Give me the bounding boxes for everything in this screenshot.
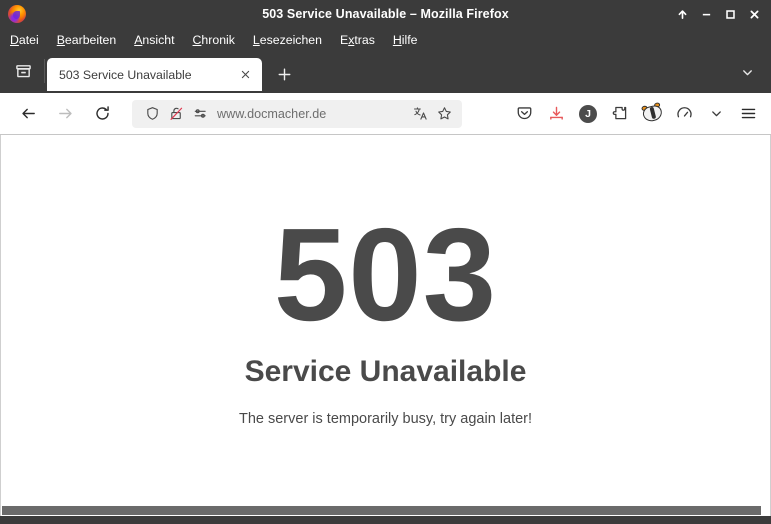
overflow-menu-chevron-down-icon[interactable] [701,99,731,129]
menu-item-extras[interactable]: Extras [337,32,378,48]
avatar: J [579,104,597,123]
horizontal-scrollbar-thumb[interactable] [2,506,762,515]
title-bar: 503 Service Unavailable – Mozilla Firefo… [0,0,771,28]
menu-bar: Datei Bearbeiten Ansicht Chronik Lesezei… [0,28,771,51]
forward-button[interactable] [49,98,81,130]
shield-icon[interactable] [140,102,164,126]
browser-window: 503 Service Unavailable – Mozilla Firefo… [0,0,771,524]
tab-title: 503 Service Unavailable [59,67,192,82]
application-menu-button[interactable] [733,99,763,129]
page-content: 503 Service Unavailable The server is te… [0,135,771,505]
menu-item-datei[interactable]: Datei [7,32,42,48]
badger-icon [640,101,664,124]
new-tab-button[interactable] [269,59,299,89]
minimize-window-button[interactable] [694,3,718,25]
close-window-button[interactable] [742,3,766,25]
menu-item-ansicht[interactable]: Ansicht [131,32,177,48]
firefox-view-icon[interactable] [6,55,40,87]
translate-icon[interactable] [408,102,432,126]
gauge-button[interactable] [669,99,699,129]
reload-button[interactable] [86,98,118,130]
maximize-window-button[interactable] [718,3,742,25]
menu-item-chronik[interactable]: Chronik [190,32,238,48]
browser-tab[interactable]: 503 Service Unavailable [47,58,262,91]
toolbar-actions: J [509,99,765,129]
downloads-button[interactable] [541,99,571,129]
privacy-badger-button[interactable] [637,99,667,129]
firefox-logo-icon [8,5,26,23]
navigation-toolbar: www.docmacher.de J [0,93,771,135]
menu-item-hilfe[interactable]: Hilfe [390,32,421,48]
tab-strip: 503 Service Unavailable [0,51,771,93]
window-controls [670,3,771,25]
error-code: 503 [273,201,498,348]
site-settings-icon[interactable] [188,102,212,126]
save-to-pocket-button[interactable] [509,99,539,129]
menu-item-lesezeichen[interactable]: Lesezeichen [250,32,325,48]
url-input[interactable]: www.docmacher.de [217,107,408,121]
tab-close-icon[interactable] [234,64,256,86]
window-title: 503 Service Unavailable – Mozilla Firefo… [262,7,509,21]
horizontal-scrollbar[interactable] [0,505,771,516]
extensions-button[interactable] [605,99,635,129]
url-bar[interactable]: www.docmacher.de [132,99,462,128]
shade-window-button[interactable] [670,3,694,25]
error-title: Service Unavailable [244,355,527,388]
account-button[interactable]: J [573,99,603,129]
tabstrip-separator [44,59,45,83]
menu-item-bearbeiten[interactable]: Bearbeiten [54,32,119,48]
list-all-tabs-chevron-down-icon[interactable] [732,57,762,87]
lock-crossed-out-icon[interactable] [164,102,188,126]
window-bottom-edge [0,516,771,524]
bookmark-star-icon[interactable] [432,102,456,126]
error-message: The server is temporarily busy, try agai… [238,411,533,427]
back-button[interactable] [12,98,44,130]
